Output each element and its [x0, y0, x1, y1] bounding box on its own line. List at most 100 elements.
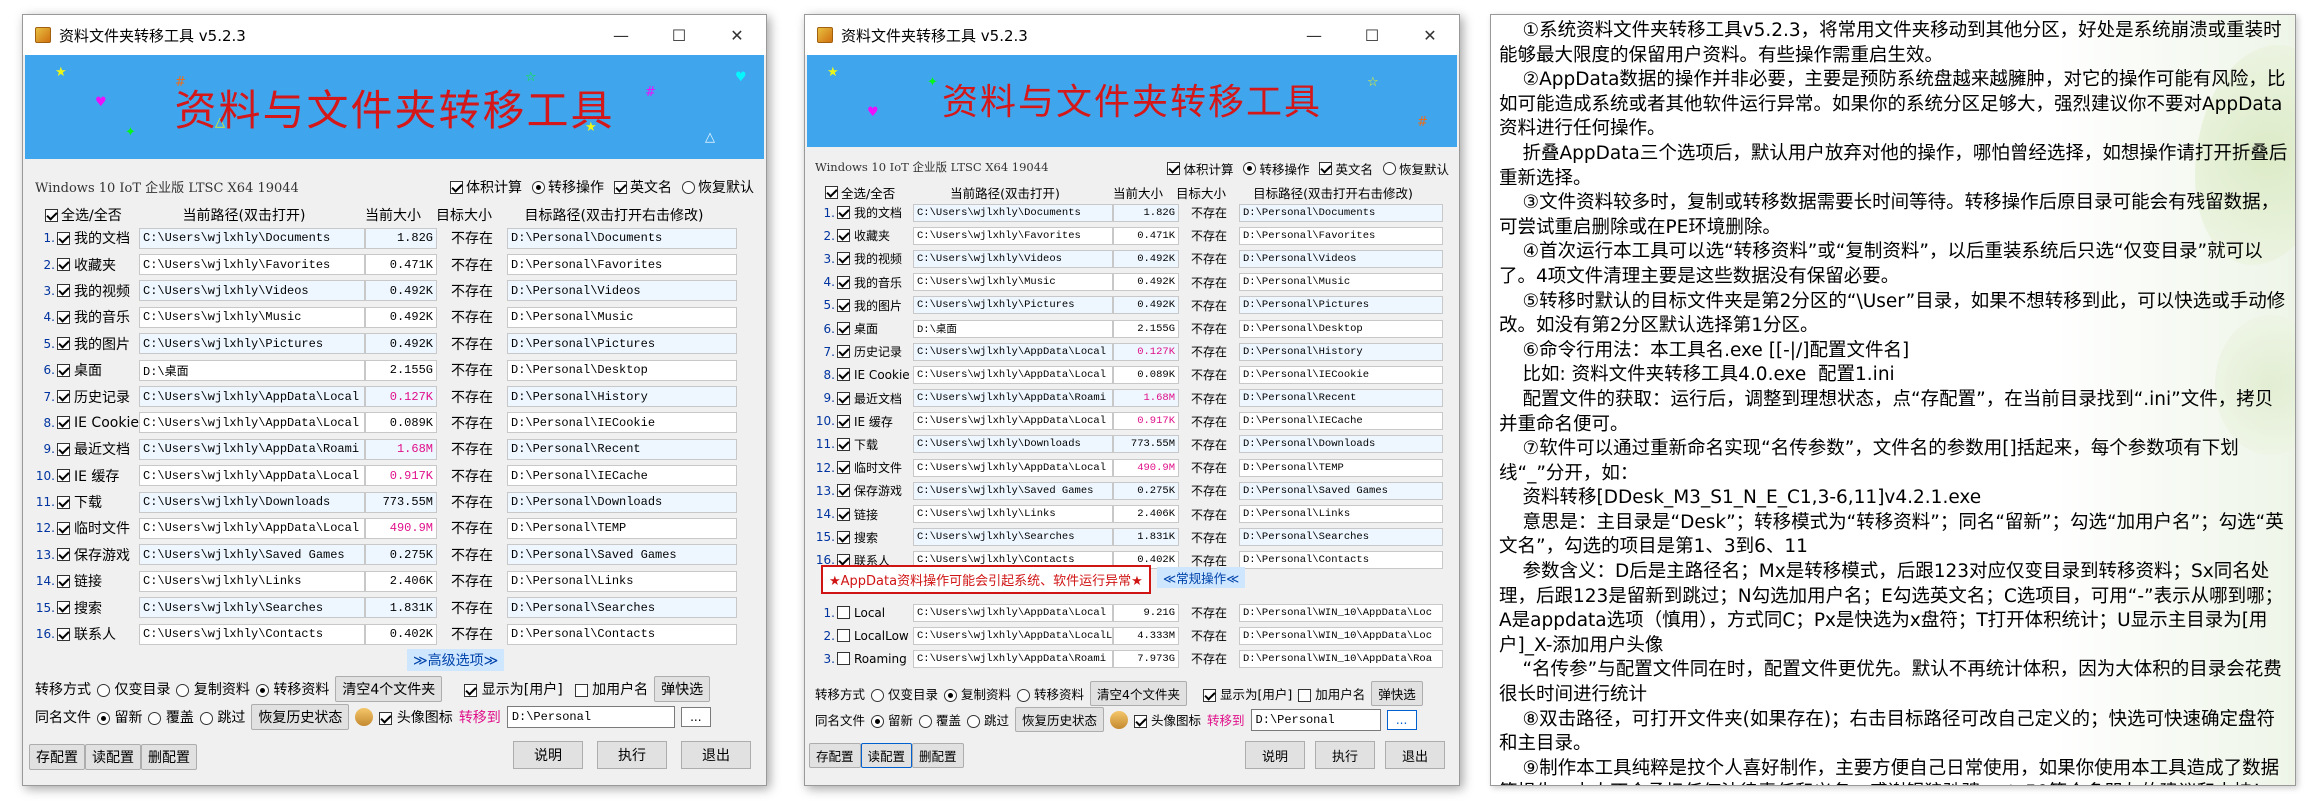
transfer-radio[interactable]: 转移资料 — [255, 679, 329, 699]
row-checkbox[interactable]: 收藏夹 — [57, 255, 139, 275]
browse-button[interactable]: ... — [680, 707, 711, 727]
transfer-op-radio[interactable]: 转移操作 — [532, 177, 604, 197]
load-config-button[interactable]: 读配置 — [85, 744, 141, 770]
row-checkbox[interactable]: 临时文件 — [57, 518, 139, 538]
source-path[interactable]: C:\Users\wjlxhly\AppData\Local — [139, 386, 365, 408]
english-name-checkbox[interactable]: 英文名 — [1319, 159, 1373, 178]
row-checkbox[interactable]: 我的文档 — [57, 228, 139, 248]
source-path[interactable]: C:\Users\wjlxhly\Saved Games — [913, 481, 1113, 500]
target-path[interactable]: D:\Personal\Favorites — [1239, 226, 1443, 245]
row-checkbox[interactable]: IE 缓存 — [837, 413, 913, 430]
show-user-checkbox[interactable]: 显示为[用户] — [464, 679, 563, 699]
target-path[interactable]: D:\Personal\Searches — [1239, 528, 1443, 547]
maximize-icon[interactable]: ☐ — [1343, 15, 1401, 55]
source-path[interactable]: C:\Users\wjlxhly\Documents — [139, 227, 365, 249]
source-path[interactable]: C:\Users\wjlxhly\Music — [913, 273, 1113, 292]
source-path[interactable]: C:\Users\wjlxhly\Videos — [913, 249, 1113, 268]
source-path[interactable]: C:\Users\wjlxhly\Pictures — [139, 333, 365, 355]
row-checkbox[interactable]: 我的文档 — [837, 204, 913, 221]
target-path[interactable]: D:\Personal\IECache — [1239, 412, 1443, 431]
source-path[interactable]: D:\桌面 — [913, 319, 1113, 338]
source-path[interactable]: C:\Users\wjlxhly\Links — [913, 505, 1113, 524]
target-path[interactable]: D:\Personal\IECookie — [1239, 365, 1443, 384]
overwrite-radio[interactable]: 覆盖 — [919, 710, 961, 729]
target-path[interactable]: D:\Personal\Favorites — [507, 254, 737, 276]
row-checkbox[interactable]: IE Cookie — [57, 415, 139, 431]
save-config-button[interactable]: 存配置 — [809, 743, 861, 768]
load-config-button[interactable]: 读配置 — [860, 743, 913, 768]
row-checkbox[interactable]: 下载 — [57, 492, 139, 512]
keep-new-radio[interactable]: 留新 — [97, 707, 142, 727]
row-checkbox[interactable]: 我的音乐 — [57, 307, 139, 327]
target-path[interactable]: D:\Personal\Recent — [1239, 389, 1443, 408]
target-path[interactable]: D:\Personal\Desktop — [507, 359, 737, 381]
target-path[interactable]: D:\Personal\Recent — [507, 438, 737, 460]
target-path[interactable]: D:\Personal\TEMP — [1239, 458, 1443, 477]
run-button[interactable]: 执行 — [1315, 741, 1375, 769]
help-button[interactable]: 说明 — [1245, 741, 1305, 769]
row-checkbox[interactable]: 临时文件 — [837, 459, 913, 476]
english-name-checkbox[interactable]: 英文名 — [614, 177, 672, 197]
target-path[interactable]: D:\Personal\WIN_10\AppData\Roa — [1239, 649, 1443, 668]
row-checkbox[interactable]: 桌面 — [837, 320, 913, 337]
target-path[interactable]: D:\Personal\Documents — [507, 227, 737, 249]
source-path[interactable]: C:\Users\wjlxhly\Favorites — [913, 226, 1113, 245]
exit-button[interactable]: 退出 — [1385, 741, 1445, 769]
row-checkbox[interactable]: IE Cookie — [837, 368, 913, 382]
row-checkbox[interactable]: 我的视频 — [57, 281, 139, 301]
help-button[interactable]: 说明 — [513, 741, 583, 769]
row-checkbox[interactable]: 最近文档 — [57, 439, 139, 459]
row-checkbox[interactable]: 我的图片 — [57, 334, 139, 354]
delete-config-button[interactable]: 删配置 — [912, 743, 964, 768]
source-path[interactable]: C:\Users\wjlxhly\Searches — [139, 597, 365, 619]
row-checkbox[interactable]: 链接 — [57, 571, 139, 591]
source-path[interactable]: C:\Users\wjlxhly\Favorites — [139, 254, 365, 276]
add-username-checkbox[interactable]: 加用户名 — [574, 679, 648, 699]
row-checkbox[interactable]: 联系人 — [57, 624, 139, 644]
row-checkbox[interactable]: 搜索 — [837, 529, 913, 546]
source-path[interactable]: C:\Users\wjlxhly\AppData\Roami — [139, 438, 365, 460]
target-path[interactable]: D:\Personal\Links — [507, 570, 737, 592]
source-path[interactable]: C:\Users\wjlxhly\Pictures — [913, 296, 1113, 315]
target-path[interactable]: D:\Personal\Downloads — [507, 491, 737, 513]
source-path[interactable]: C:\Users\wjlxhly\AppData\LocalL — [913, 626, 1113, 645]
target-dir-input[interactable]: D:\Personal — [506, 706, 675, 728]
maximize-icon[interactable]: ☐ — [650, 15, 708, 55]
target-path[interactable]: D:\Personal\TEMP — [507, 517, 737, 539]
add-username-checkbox[interactable]: 加用户名 — [1298, 684, 1365, 703]
row-checkbox[interactable]: 桌面 — [57, 360, 139, 380]
target-path[interactable]: D:\Personal\Music — [507, 306, 737, 328]
source-path[interactable]: C:\Users\wjlxhly\AppData\Local — [913, 412, 1113, 431]
browse-button[interactable]: ... — [1386, 709, 1417, 730]
select-all-checkbox[interactable]: 全选/全否 — [825, 183, 905, 202]
row-checkbox[interactable]: 链接 — [837, 506, 913, 523]
source-path[interactable]: C:\Users\wjlxhly\Saved Games — [139, 544, 365, 566]
source-path[interactable]: C:\Users\wjlxhly\Contacts — [139, 623, 365, 645]
restore-history-button[interactable]: 恢复历史状态 — [1015, 707, 1105, 732]
clear-folders-button[interactable]: 清空4个文件夹 — [1090, 681, 1187, 706]
transfer-radio[interactable]: 转移资料 — [1017, 684, 1084, 703]
restore-default-radio[interactable]: 恢复默认 — [1382, 159, 1449, 178]
source-path[interactable]: C:\Users\wjlxhly\Music — [139, 306, 365, 328]
minimize-icon[interactable]: — — [592, 15, 650, 55]
target-dir-input[interactable]: D:\Personal — [1250, 708, 1381, 731]
show-user-checkbox[interactable]: 显示为[用户] — [1202, 684, 1292, 703]
target-path[interactable]: D:\Personal\Videos — [507, 280, 737, 302]
target-path[interactable]: D:\Personal\WIN_10\AppData\Loc — [1239, 603, 1443, 622]
save-config-button[interactable]: 存配置 — [29, 744, 85, 770]
vol-calc-checkbox[interactable]: 体积计算 — [1167, 159, 1233, 178]
row-checkbox[interactable]: 保存游戏 — [57, 545, 139, 565]
target-path[interactable]: D:\Personal\Desktop — [1239, 319, 1443, 338]
source-path[interactable]: C:\Users\wjlxhly\Downloads — [913, 435, 1113, 454]
target-path[interactable]: D:\Personal\Videos — [1239, 249, 1443, 268]
target-path[interactable]: D:\Personal\Saved Games — [1239, 481, 1443, 500]
source-path[interactable]: C:\Users\wjlxhly\AppData\Local — [913, 365, 1113, 384]
close-icon[interactable]: ✕ — [708, 15, 766, 55]
row-checkbox[interactable]: 我的图片 — [837, 297, 913, 314]
target-path[interactable]: D:\Personal\IECookie — [507, 412, 737, 434]
row-checkbox[interactable]: IE 缓存 — [57, 466, 139, 486]
source-path[interactable]: C:\Users\wjlxhly\Videos — [139, 280, 365, 302]
skip-radio[interactable]: 跳过 — [199, 707, 245, 727]
row-checkbox[interactable]: 历史记录 — [57, 387, 139, 407]
overwrite-radio[interactable]: 覆盖 — [148, 707, 194, 727]
